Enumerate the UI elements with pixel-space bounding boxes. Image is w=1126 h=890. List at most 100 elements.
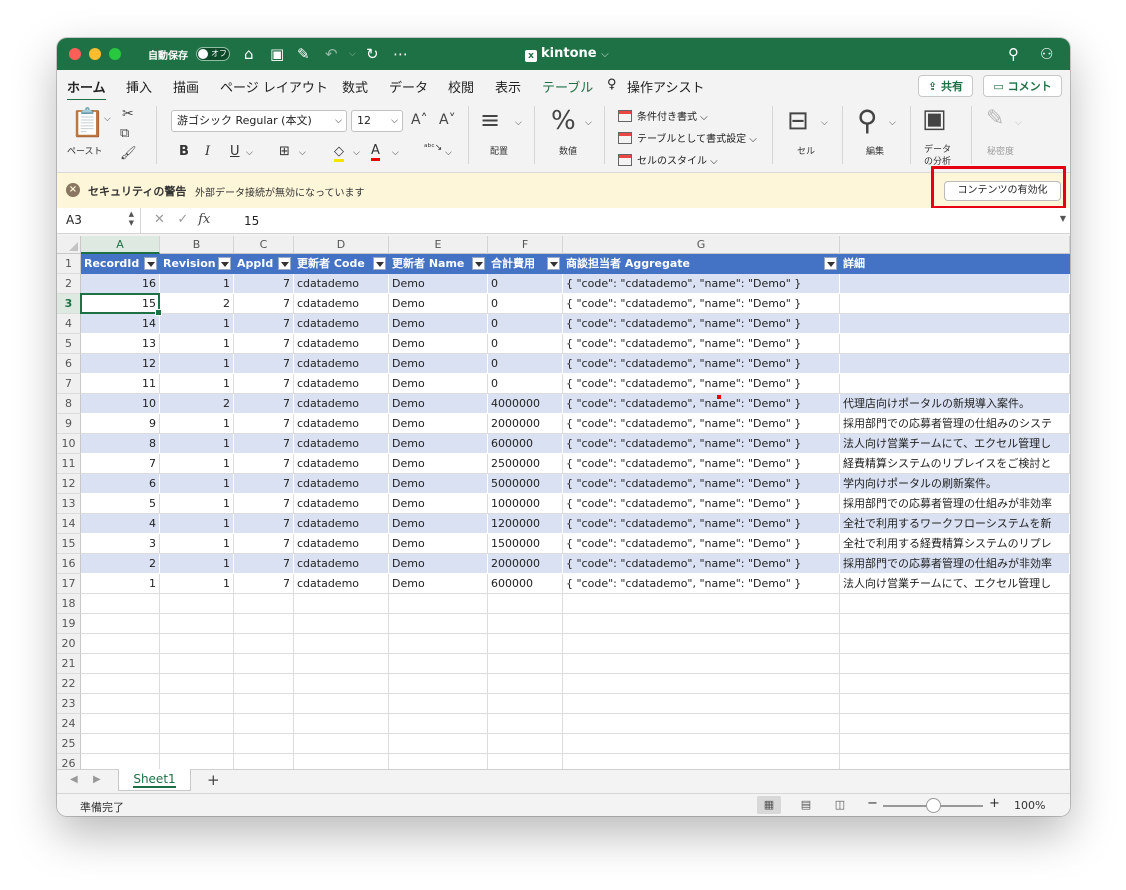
next-sheet-icon[interactable]: ▶ <box>93 774 101 785</box>
table-cell[interactable]: 2 <box>160 394 234 414</box>
empty-cell[interactable] <box>389 674 488 694</box>
empty-cell[interactable] <box>840 694 1070 714</box>
minimize-window-button[interactable] <box>89 48 101 60</box>
table-cell[interactable]: Demo <box>389 534 488 554</box>
cells-icon[interactable]: ⊟ <box>787 106 809 136</box>
search-icon[interactable]: ⚲ <box>1008 45 1019 63</box>
table-cell[interactable]: cdatademo <box>294 394 389 414</box>
conditional-format-button[interactable]: 条件付き書式 ⌵ <box>618 108 708 123</box>
row-header[interactable]: 9 <box>57 414 81 434</box>
table-cell[interactable]: 代理店向けポータルの新規導入案件。 <box>840 394 1070 414</box>
row-header[interactable]: 5 <box>57 334 81 354</box>
document-title[interactable]: x kintone ⌵ <box>525 46 609 62</box>
table-cell[interactable]: Demo <box>389 494 488 514</box>
decrease-font-icon[interactable]: A˅ <box>439 112 456 128</box>
empty-cell[interactable] <box>81 654 160 674</box>
paste-icon[interactable]: 📋 <box>70 106 105 139</box>
text-direction-dropdown-icon[interactable]: ⌵ <box>445 148 452 158</box>
table-cell[interactable]: { "code": "cdatademo", "name": "Demo" } <box>563 414 840 434</box>
table-cell[interactable]: { "code": "cdatademo", "name": "Demo" } <box>563 554 840 574</box>
borders-dropdown-icon[interactable]: ⌵ <box>299 148 306 158</box>
zoom-window-button[interactable] <box>109 48 121 60</box>
insert-function-icon[interactable]: fx <box>198 212 210 227</box>
empty-cell[interactable] <box>294 674 389 694</box>
table-cell[interactable]: 1 <box>160 534 234 554</box>
empty-cell[interactable] <box>488 614 563 634</box>
table-cell[interactable]: { "code": "cdatademo", "name": "Demo" } <box>563 274 840 294</box>
table-header-cell[interactable]: 商談担当者 Aggregate <box>563 254 840 274</box>
table-cell[interactable]: 全社で利用する経費精算システムのリプレ <box>840 534 1070 554</box>
table-cell[interactable]: 7 <box>234 454 294 474</box>
column-header-f[interactable]: F <box>488 236 563 254</box>
redo-icon[interactable]: ↻ <box>366 45 379 63</box>
table-cell[interactable]: 7 <box>234 394 294 414</box>
table-cell[interactable] <box>840 274 1070 294</box>
zoom-in-button[interactable]: + <box>989 796 1000 811</box>
zoom-out-button[interactable]: − <box>867 796 878 811</box>
add-sheet-button[interactable]: + <box>207 771 220 789</box>
table-cell[interactable]: 全社で利用するワークフローシステムを新 <box>840 514 1070 534</box>
row-header[interactable]: 3 <box>57 294 81 314</box>
empty-cell[interactable] <box>488 654 563 674</box>
table-cell[interactable]: 5000000 <box>488 474 563 494</box>
empty-cell[interactable] <box>389 654 488 674</box>
table-cell[interactable]: 1 <box>160 314 234 334</box>
find-icon[interactable]: ⚲ <box>857 104 878 137</box>
undo-icon[interactable]: ↶ <box>325 45 338 63</box>
expand-formula-icon[interactable]: ▼ <box>1060 214 1066 223</box>
previous-sheet-icon[interactable]: ◀ <box>70 774 78 785</box>
table-cell[interactable]: cdatademo <box>294 274 389 294</box>
tab-view[interactable]: 表示 <box>495 77 521 96</box>
page-layout-view-icon[interactable]: ▤ <box>794 796 818 814</box>
table-cell[interactable]: 7 <box>234 354 294 374</box>
table-cell[interactable]: cdatademo <box>294 474 389 494</box>
empty-cell[interactable] <box>160 654 234 674</box>
save-as-icon[interactable]: ✎ <box>297 45 310 63</box>
formula-input[interactable]: 15 <box>244 214 259 228</box>
filter-dropdown-icon[interactable] <box>144 257 157 270</box>
font-color-dropdown-icon[interactable]: ⌵ <box>392 148 399 158</box>
sensitivity-icon[interactable]: ✎ <box>986 106 1004 131</box>
table-cell[interactable]: 7 <box>234 274 294 294</box>
table-cell[interactable]: 0 <box>488 294 563 314</box>
table-cell[interactable]: 7 <box>234 294 294 314</box>
empty-cell[interactable] <box>160 614 234 634</box>
table-cell[interactable]: Demo <box>389 394 488 414</box>
empty-cell[interactable] <box>234 714 294 734</box>
percent-icon[interactable]: % <box>551 106 576 136</box>
table-cell[interactable]: 4000000 <box>488 394 563 414</box>
row-header[interactable]: 25 <box>57 734 81 754</box>
table-cell[interactable]: 採用部門での応募者管理の仕組みが非効率 <box>840 554 1070 574</box>
table-cell[interactable]: Demo <box>389 354 488 374</box>
cell-styles-button[interactable]: セルのスタイル ⌵ <box>618 152 718 167</box>
table-cell[interactable]: 1 <box>160 434 234 454</box>
table-header-cell[interactable]: Revision <box>160 254 234 274</box>
empty-cell[interactable] <box>81 674 160 694</box>
row-header[interactable]: 21 <box>57 654 81 674</box>
table-cell[interactable]: 12 <box>81 354 160 374</box>
table-cell[interactable]: 2 <box>160 294 234 314</box>
empty-cell[interactable] <box>389 734 488 754</box>
row-header[interactable]: 6 <box>57 354 81 374</box>
row-header[interactable]: 19 <box>57 614 81 634</box>
alignment-dropdown-icon[interactable]: ⌵ <box>515 118 522 128</box>
empty-cell[interactable] <box>563 674 840 694</box>
table-cell[interactable]: 法人向け営業チームにて、エクセル管理し <box>840 434 1070 454</box>
table-cell[interactable]: 採用部門での応募者管理の仕組みが非効率 <box>840 494 1070 514</box>
borders-icon[interactable]: ⊞ <box>279 144 290 159</box>
table-cell[interactable]: 0 <box>488 354 563 374</box>
empty-cell[interactable] <box>234 614 294 634</box>
table-cell[interactable]: cdatademo <box>294 354 389 374</box>
empty-cell[interactable] <box>840 634 1070 654</box>
table-cell[interactable]: 1 <box>160 494 234 514</box>
table-cell[interactable]: { "code": "cdatademo", "name": "Demo" } <box>563 454 840 474</box>
sheet-tab-sheet1[interactable]: Sheet1 <box>118 769 191 791</box>
table-cell[interactable]: 法人向け営業チームにて、エクセル管理し <box>840 574 1070 594</box>
table-cell[interactable]: 7 <box>234 334 294 354</box>
tab-data[interactable]: データ <box>389 77 428 96</box>
empty-cell[interactable] <box>840 734 1070 754</box>
alignment-icon[interactable]: ≡ <box>480 108 500 132</box>
row-header[interactable]: 14 <box>57 514 81 534</box>
row-header[interactable]: 7 <box>57 374 81 394</box>
table-cell[interactable]: 16 <box>81 274 160 294</box>
